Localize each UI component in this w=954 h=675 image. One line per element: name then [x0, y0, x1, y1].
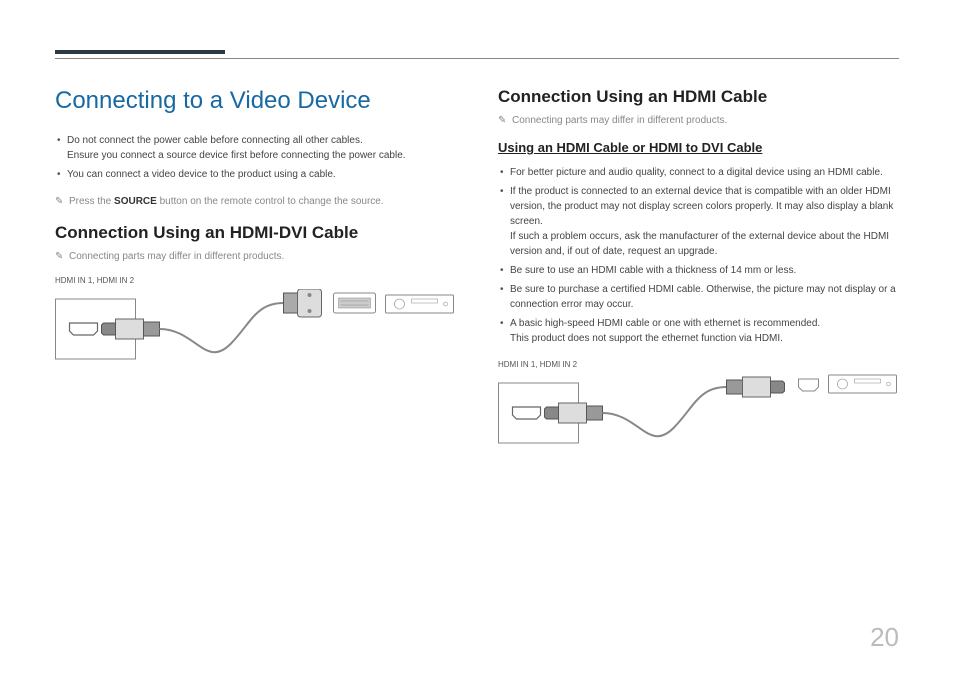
left-column: Connecting to a Video Device Do not conn… — [55, 87, 456, 473]
page-number: 20 — [870, 622, 899, 653]
note-differ-right: Connecting parts may differ in different… — [498, 115, 899, 126]
hdmi-diagram — [498, 373, 899, 468]
heading-hdmi-dvi: Connection Using an HDMI-DVI Cable — [55, 223, 456, 243]
content-columns: Connecting to a Video Device Do not conn… — [55, 87, 899, 473]
hdmi-dvi-diagram — [55, 289, 456, 384]
bullet-item: Do not connect the power cable before co… — [55, 133, 456, 163]
bullet-item: A basic high-speed HDMI cable or one wit… — [498, 316, 899, 346]
hdmi-bullets: For better picture and audio quality, co… — [498, 165, 899, 346]
hdmi-plug-icon — [727, 377, 785, 397]
page-title: Connecting to a Video Device — [55, 87, 456, 115]
source-note: Press the SOURCE button on the remote co… — [55, 196, 456, 207]
header-full-rule — [55, 58, 899, 59]
dvi-port-icon — [334, 293, 376, 313]
port-label-left: HDMI IN 1, HDMI IN 2 — [55, 276, 456, 285]
bullet-item: You can connect a video device to the pr… — [55, 167, 456, 182]
hdmi-plug-icon — [102, 319, 160, 339]
heading-hdmi: Connection Using an HDMI Cable — [498, 87, 899, 107]
dvd-player-icon — [829, 375, 897, 393]
header-accent-rule — [55, 50, 225, 54]
note-text: Press the — [69, 196, 114, 207]
note-text-after: button on the remote control to change t… — [157, 196, 384, 207]
hdmi-port-icon — [799, 379, 819, 391]
bullet-item: For better picture and audio quality, co… — [498, 165, 899, 180]
subheading-hdmi-dvi-cable: Using an HDMI Cable or HDMI to DVI Cable — [498, 140, 899, 155]
bullet-item: Be sure to purchase a certified HDMI cab… — [498, 282, 899, 312]
intro-bullets: Do not connect the power cable before co… — [55, 133, 456, 182]
bullet-item: Be sure to use an HDMI cable with a thic… — [498, 263, 899, 278]
note-differ-left: Connecting parts may differ in different… — [55, 251, 456, 262]
bullet-item: If the product is connected to an extern… — [498, 184, 899, 259]
source-button-label: SOURCE — [114, 196, 157, 207]
right-column: Connection Using an HDMI Cable Connectin… — [498, 87, 899, 473]
dvd-player-icon — [386, 295, 454, 313]
port-label-right: HDMI IN 1, HDMI IN 2 — [498, 360, 899, 369]
hdmi-plug-icon — [545, 403, 603, 423]
dvi-plug-icon — [284, 289, 322, 317]
